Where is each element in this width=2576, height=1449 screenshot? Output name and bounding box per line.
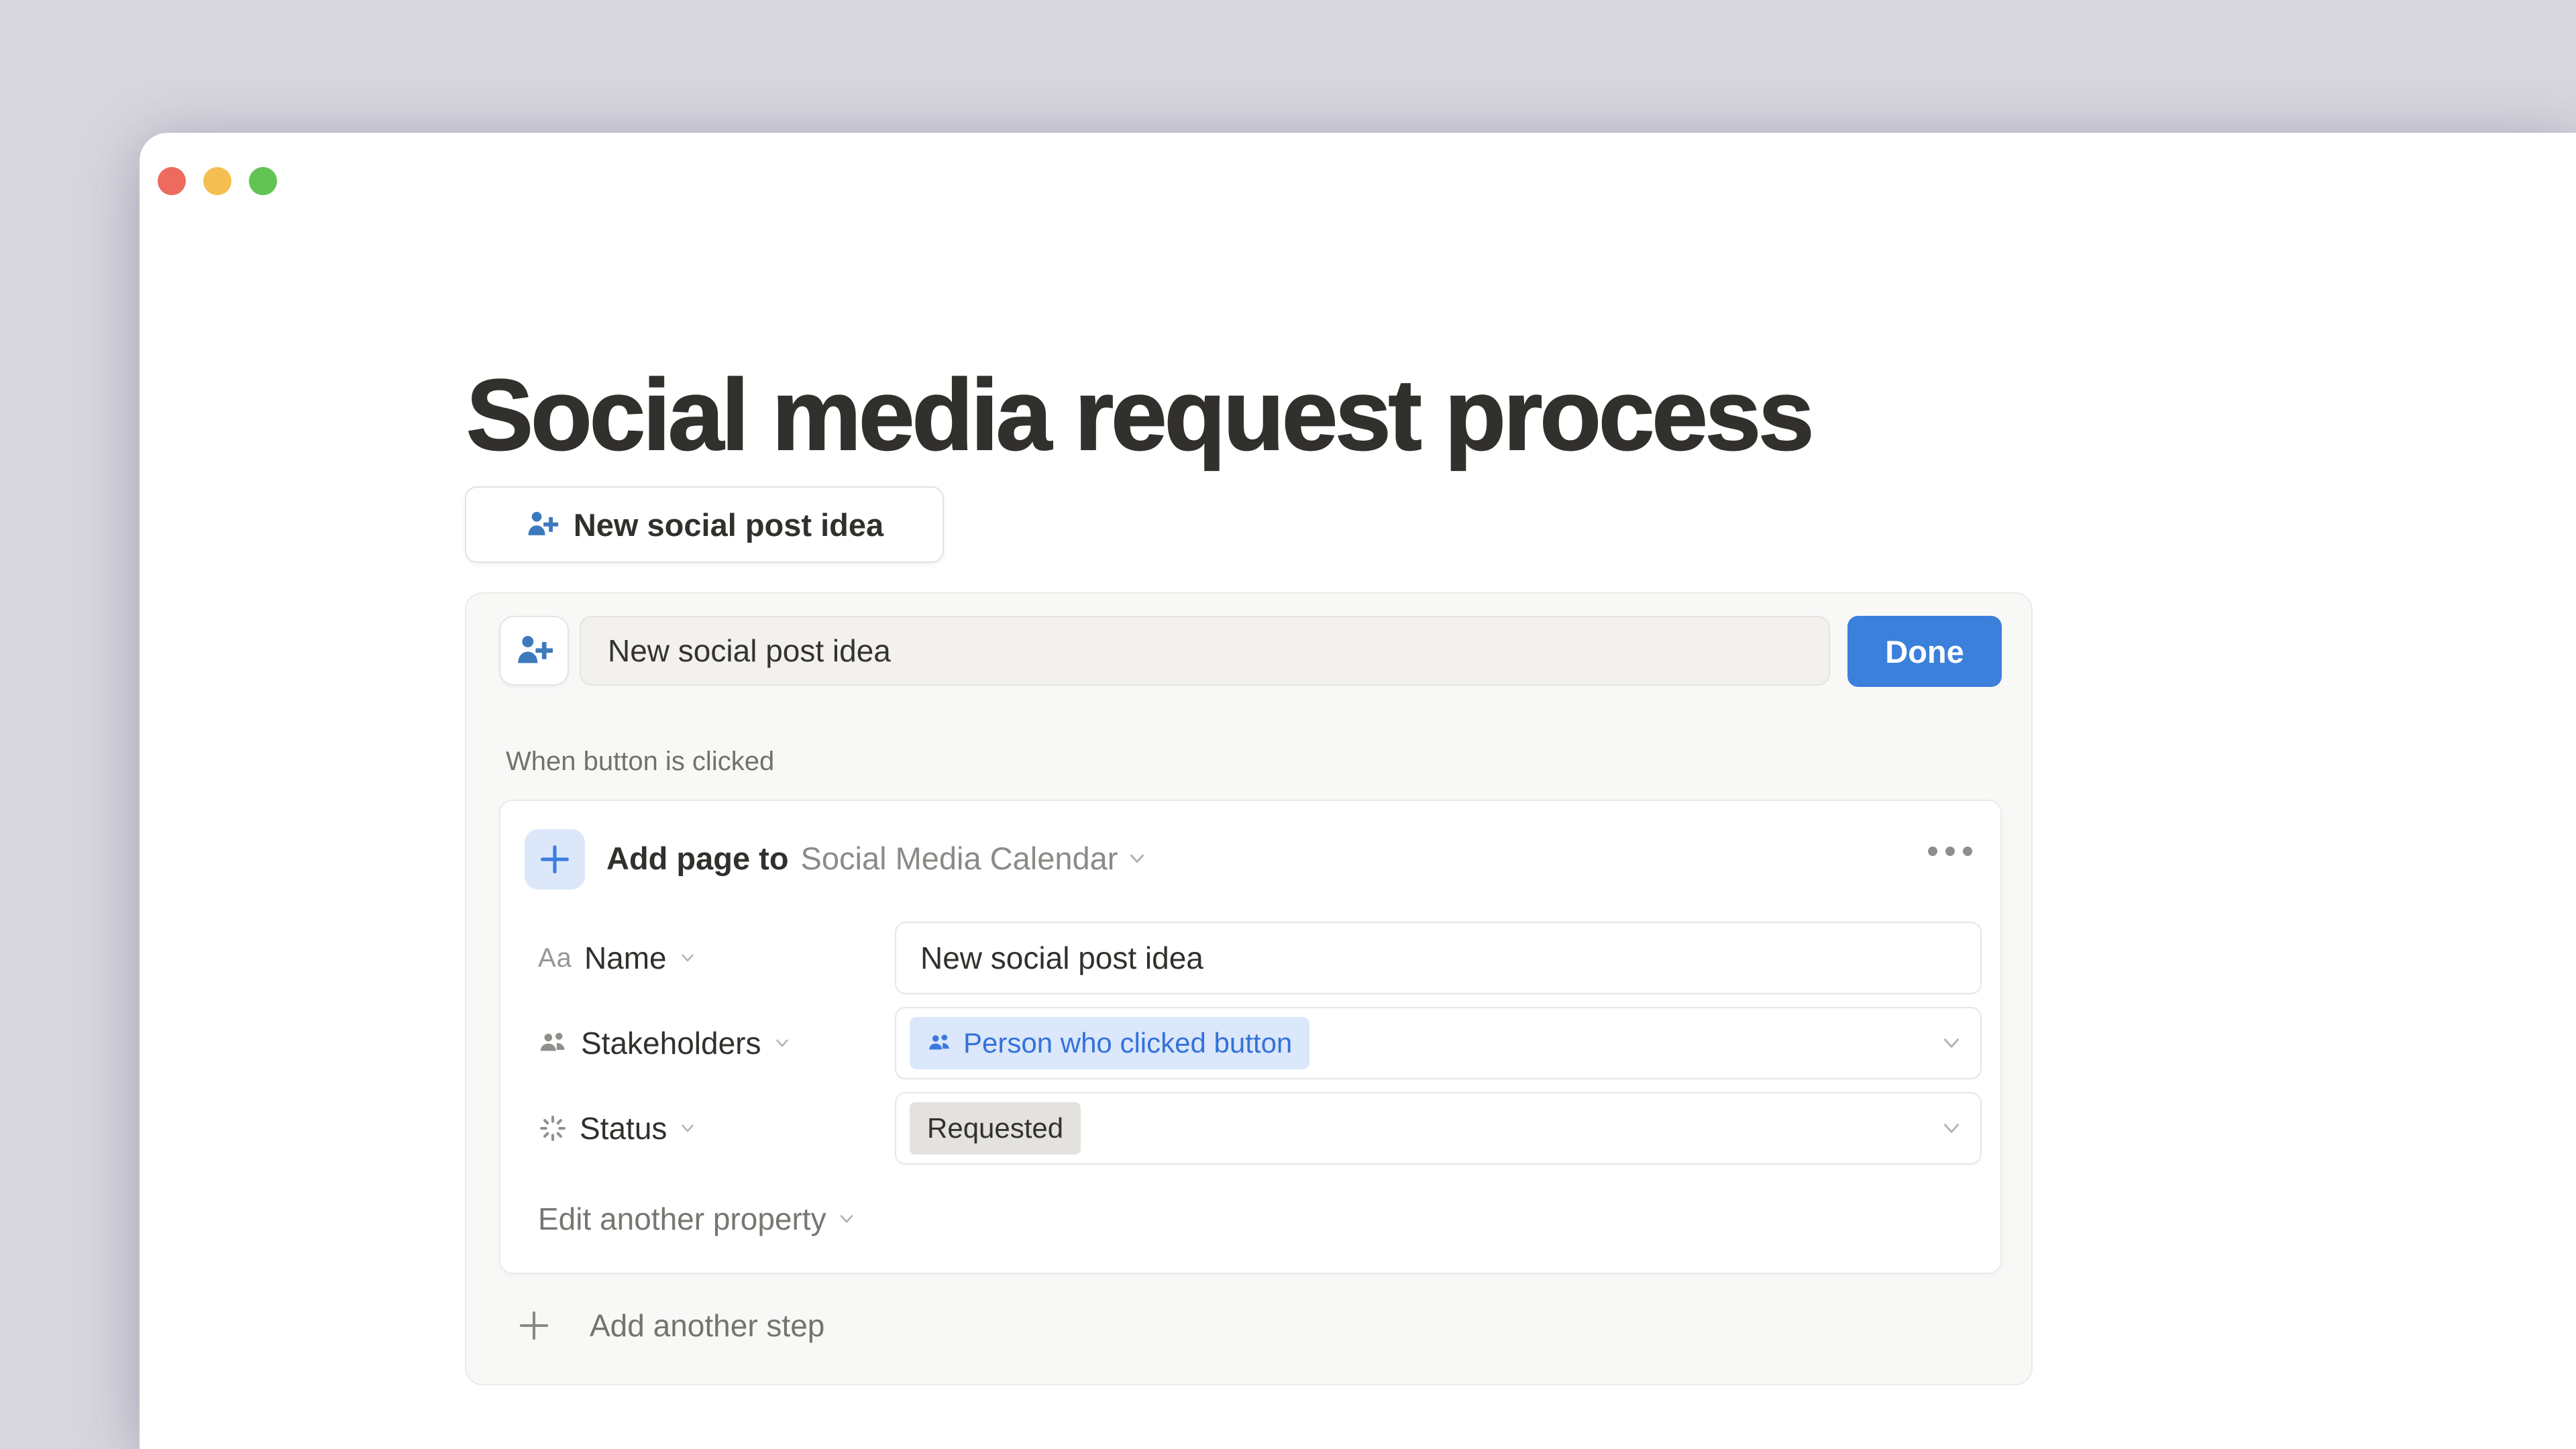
chevron-down-icon bbox=[773, 1034, 791, 1052]
button-name-value: New social post idea bbox=[608, 633, 891, 669]
step-menu-button[interactable] bbox=[1928, 847, 1972, 856]
property-selector-stakeholders[interactable]: Stakeholders bbox=[538, 1007, 791, 1079]
done-button[interactable]: Done bbox=[1847, 616, 2002, 687]
property-selector-name[interactable]: Aa Name bbox=[538, 922, 696, 994]
zoom-button[interactable] bbox=[249, 167, 277, 195]
name-value-input[interactable]: New social post idea bbox=[895, 922, 1982, 994]
add-another-step-button[interactable]: Add another step bbox=[516, 1307, 824, 1344]
property-name-label: Name bbox=[584, 940, 667, 976]
target-database-select[interactable]: Social Media Calendar bbox=[801, 840, 1148, 877]
chevron-down-icon bbox=[837, 1210, 856, 1228]
action-header: Add page to Social Media Calendar bbox=[606, 840, 1147, 877]
people-icon bbox=[927, 1030, 953, 1056]
action-step-card: Add page to Social Media Calendar bbox=[499, 800, 2002, 1274]
ellipsis-icon bbox=[1928, 847, 1972, 856]
chevron-down-icon bbox=[679, 949, 696, 967]
chevron-down-icon bbox=[1940, 1117, 1963, 1140]
desktop-background: Social media request process New social … bbox=[0, 0, 2576, 1449]
add-another-step-label: Add another step bbox=[590, 1307, 824, 1344]
stakeholders-value-chip[interactable]: Person who clicked button bbox=[910, 1017, 1309, 1069]
new-post-trigger-button[interactable]: New social post idea bbox=[465, 486, 944, 563]
status-value-select[interactable]: Requested bbox=[895, 1092, 1982, 1165]
trigger-caption: When button is clicked bbox=[506, 747, 774, 777]
status-value-chip[interactable]: Requested bbox=[910, 1102, 1081, 1155]
chevron-down-icon bbox=[1940, 1032, 1963, 1055]
close-button[interactable] bbox=[158, 167, 186, 195]
button-icon-picker[interactable] bbox=[499, 616, 569, 686]
chevron-down-icon bbox=[1127, 849, 1147, 869]
new-post-trigger-label: New social post idea bbox=[574, 506, 883, 543]
button-editor-panel: New social post idea Done When button is… bbox=[465, 592, 2033, 1385]
app-window: Social media request process New social … bbox=[140, 133, 2576, 1449]
page-title: Social media request process bbox=[466, 360, 1812, 470]
name-value-text: New social post idea bbox=[896, 940, 1203, 976]
property-status-label: Status bbox=[580, 1110, 667, 1146]
stakeholders-value-select[interactable]: Person who clicked button bbox=[895, 1007, 1982, 1079]
edit-another-property-label: Edit another property bbox=[538, 1201, 826, 1237]
target-database-label: Social Media Calendar bbox=[801, 840, 1118, 877]
window-controls bbox=[158, 167, 277, 195]
people-icon bbox=[538, 1028, 569, 1059]
text-property-icon: Aa bbox=[538, 943, 572, 973]
minimize-button[interactable] bbox=[203, 167, 231, 195]
stakeholders-value-text: Person who clicked button bbox=[963, 1027, 1292, 1059]
action-label: Add page to bbox=[606, 840, 789, 877]
edit-another-property-button[interactable]: Edit another property bbox=[538, 1201, 856, 1237]
button-name-input[interactable]: New social post idea bbox=[580, 616, 1830, 686]
person-plus-icon bbox=[525, 508, 559, 541]
property-selector-status[interactable]: Status bbox=[538, 1092, 696, 1165]
person-plus-icon bbox=[515, 631, 553, 670]
status-value-text: Requested bbox=[927, 1112, 1063, 1144]
property-stakeholders-label: Stakeholders bbox=[581, 1025, 761, 1061]
chevron-down-icon bbox=[679, 1120, 696, 1137]
plus-icon bbox=[516, 1307, 552, 1344]
status-icon bbox=[538, 1114, 568, 1143]
add-page-action-icon bbox=[525, 829, 585, 890]
